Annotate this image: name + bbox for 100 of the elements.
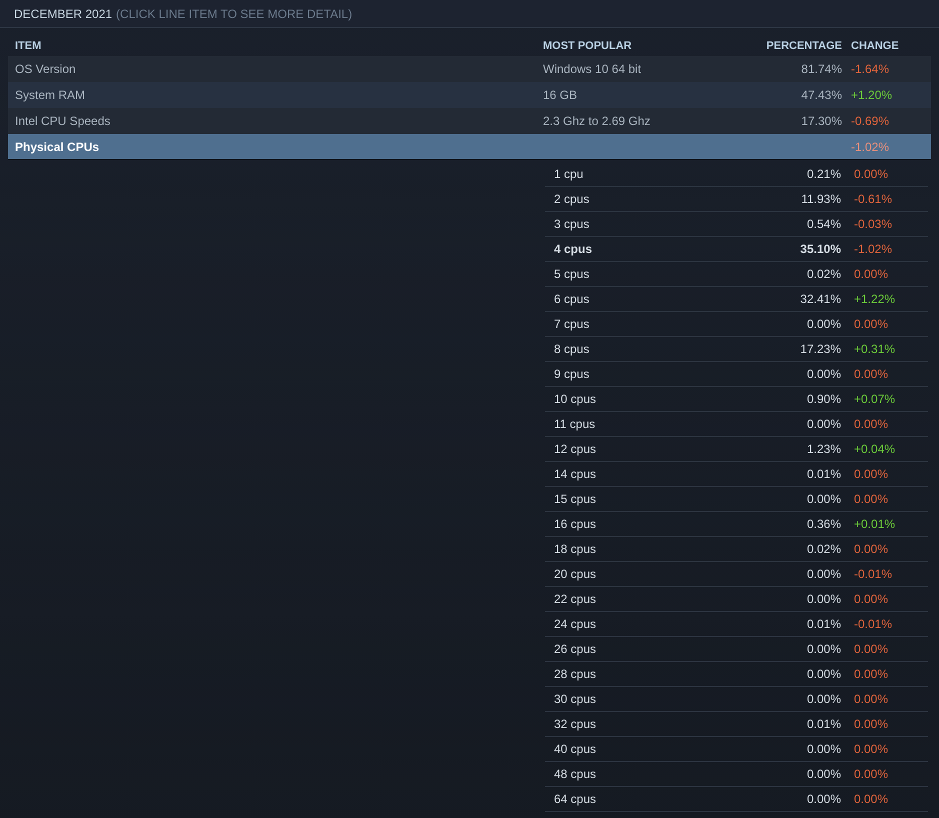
change-cell-text: -0.01% (853, 566, 892, 583)
cpu-count-cell-text: 1 cpu (553, 166, 584, 183)
most-popular-cell-text: 2.3 Ghz to 2.69 Ghz (543, 113, 652, 130)
change-cell-text: +0.31% (853, 341, 896, 358)
cpu-count-cell-text: 20 cpus (553, 566, 598, 583)
percentage-cell-text: 0.21% (806, 166, 841, 183)
change-cell-text: -1.64% (850, 61, 890, 78)
change-cell-text: -0.01% (853, 616, 892, 633)
column-header: PERCENTAGE (765, 38, 842, 54)
change-cell-text: 0.00% (853, 766, 888, 783)
change-cell-text: +0.07% (853, 391, 896, 408)
item-cell-text: Intel CPU Speeds (14, 113, 112, 130)
cpu-count-cell-text: 3 cpus (553, 216, 590, 233)
change-cell-text: -1.02% (850, 138, 890, 156)
change-cell-text: +0.04% (853, 441, 896, 458)
cpu-count-cell-text: 12 cpus (553, 441, 598, 458)
most-popular-cell-text: 16 GB (543, 87, 578, 104)
cpu-count-cell-text: 5 cpus (553, 266, 590, 283)
cpu-count-cell-text: 2 cpus (553, 191, 590, 208)
percentage-cell-text: 0.00% (806, 491, 841, 508)
percentage-cell-text: 47.43% (800, 87, 842, 104)
hint-text: (CLICK LINE ITEM TO SEE MORE DETAIL) (116, 6, 352, 22)
column-header: MOST POPULAR (543, 38, 633, 54)
percentage-cell-text: 0.01% (806, 616, 841, 633)
most-popular-cell-text: Windows 10 64 bit (543, 61, 642, 78)
percentage-cell-text: 0.00% (806, 766, 841, 783)
percentage-cell-text: 0.36% (806, 516, 841, 533)
percentage-cell-text: 0.00% (806, 666, 841, 683)
cpu-count-cell-text: 48 cpus (553, 766, 598, 783)
percentage-cell-text: 35.10% (799, 241, 841, 258)
change-cell-text: +1.20% (850, 87, 892, 104)
table-row[interactable]: OS Version Windows 10 64 bit 81.74% -1.64% (8, 56, 931, 82)
change-cell-text: 0.00% (853, 791, 888, 808)
cpu-count-cell-text: 64 cpus (553, 791, 598, 808)
table-row[interactable]: System RAM 16 GB 47.43% +1.20% (8, 82, 931, 108)
percentage-cell-text: 0.00% (806, 791, 841, 808)
percentage-cell-text: 0.54% (806, 216, 841, 233)
item-cell-text: Physical CPUs (14, 138, 100, 156)
percentage-cell-text: 0.00% (806, 316, 841, 333)
percentage-cell-text: 0.00% (806, 566, 841, 583)
percentage-cell-text: 0.00% (806, 741, 841, 758)
change-cell-text: 0.00% (853, 491, 888, 508)
cpu-count-cell-text: 11 cpus (553, 416, 596, 433)
report-title: DECEMBER 2021 (14, 6, 112, 22)
item-cell-text: OS Version (14, 61, 77, 78)
table-row[interactable]: Physical CPUs -1.02% (8, 134, 931, 160)
cpu-count-cell-text: 10 cpus (553, 391, 598, 408)
change-cell-text: -0.69% (850, 113, 890, 130)
cpu-count-cell-text: 26 cpus (553, 641, 598, 658)
change-cell-text: -1.02% (853, 241, 892, 258)
cpu-count-cell-text: 18 cpus (553, 541, 598, 558)
percentage-cell-text: 0.00% (806, 591, 841, 608)
change-cell-text: 0.00% (853, 591, 888, 608)
percentage-cell-text: 0.00% (806, 416, 841, 433)
percentage-cell-text: 11.93% (800, 191, 841, 208)
percentage-cell-text: 0.90% (806, 391, 841, 408)
change-cell-text: +1.22% (853, 291, 896, 308)
percentage-cell-text: 81.74% (800, 61, 842, 78)
percentage-cell-text: 17.30% (800, 113, 842, 130)
table-row[interactable]: Intel CPU Speeds 2.3 Ghz to 2.69 Ghz 17.30% -0.69% (8, 108, 931, 134)
change-cell-text: 0.00% (853, 466, 888, 483)
percentage-cell-text: 0.00% (806, 691, 841, 708)
change-cell-text: 0.00% (853, 166, 888, 183)
cpu-count-cell-text: 14 cpus (553, 466, 598, 483)
change-cell-text: 0.00% (853, 366, 888, 383)
change-cell-text: 0.00% (853, 416, 888, 433)
percentage-cell-text: 0.00% (806, 366, 841, 383)
percentage-cell-text: 0.01% (806, 716, 841, 733)
percentage-cell-text: 0.02% (806, 266, 841, 283)
change-cell-text: 0.00% (853, 741, 888, 758)
change-cell-text: -0.03% (853, 216, 892, 233)
change-cell-text: 0.00% (853, 691, 888, 708)
cpu-count-cell-text: 8 cpus (553, 341, 590, 358)
change-cell-text: -0.61% (853, 191, 892, 208)
cpu-count-cell-text: 30 cpus (553, 691, 598, 708)
column-header: ITEM (14, 38, 42, 54)
cpu-count-cell-text: 16 cpus (553, 516, 598, 533)
cpu-count-cell-text: 24 cpus (553, 616, 598, 633)
percentage-cell-text: 0.02% (806, 541, 841, 558)
item-cell-text: System RAM (14, 87, 86, 104)
change-cell-text: +0.01% (853, 516, 896, 533)
change-cell-text: 0.00% (853, 641, 888, 658)
cpu-count-cell-text: 32 cpus (553, 716, 598, 733)
percentage-cell-text: 1.23% (806, 441, 841, 458)
percentage-cell-text: 0.00% (806, 641, 841, 658)
change-cell-text: 0.00% (853, 716, 888, 733)
cpu-count-cell-text: 28 cpus (553, 666, 598, 683)
cpu-count-cell-text: 7 cpus (553, 316, 590, 333)
cpu-count-cell-text: 6 cpus (553, 291, 590, 308)
cpu-count-cell-text: 9 cpus (553, 366, 590, 383)
column-header: CHANGE (850, 38, 899, 54)
cpu-count-cell-text: 4 cpus (553, 241, 594, 258)
change-cell-text: 0.00% (853, 541, 888, 558)
cpu-count-cell-text: 22 cpus (553, 591, 598, 608)
percentage-cell-text: 0.01% (806, 466, 841, 483)
percentage-cell-text: 32.41% (799, 291, 841, 308)
change-cell-text: 0.00% (853, 316, 888, 333)
cpu-count-cell-text: 40 cpus (553, 741, 598, 758)
change-cell-text: 0.00% (853, 266, 888, 283)
percentage-cell-text: 17.23% (799, 341, 841, 358)
